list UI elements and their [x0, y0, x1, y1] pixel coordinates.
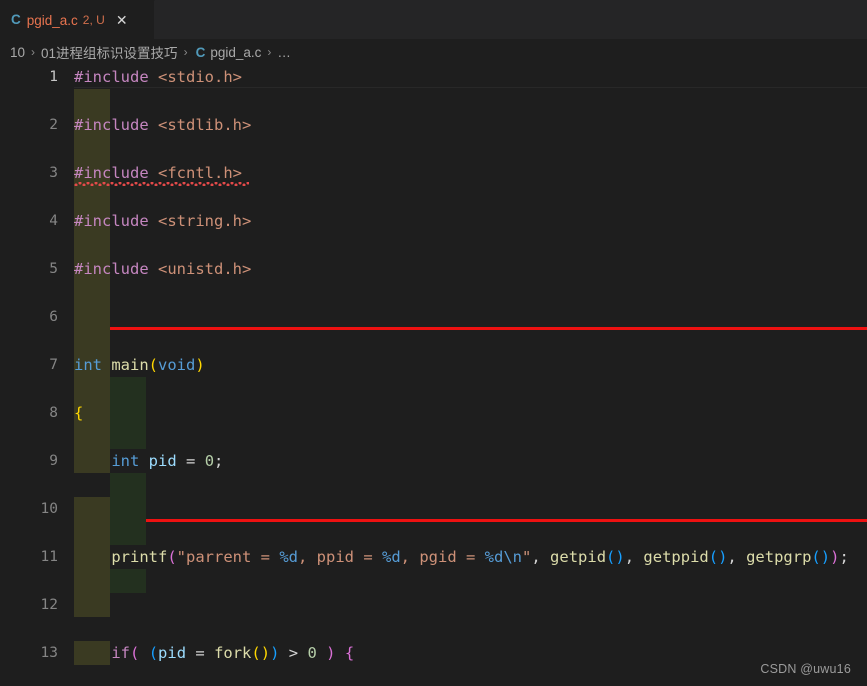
code-line[interactable]: 6 [0, 305, 867, 329]
code-line[interactable]: 9 int pid = 0; [0, 449, 867, 473]
line-content: #include <stdio.h> [74, 68, 242, 86]
code-line[interactable]: 3 #include <fcntl.h> [0, 161, 867, 185]
line-content: #include <string.h> [74, 212, 252, 230]
tab-status-badge: 2, U [82, 13, 105, 27]
line-content: int main(void) [74, 356, 205, 374]
line-number: 1 [49, 69, 58, 85]
code-line[interactable]: 7 int main(void) [0, 353, 867, 377]
line-content: #include <fcntl.h> [74, 164, 242, 182]
line-number: 13 [40, 645, 58, 661]
code-line[interactable]: 2 #include <stdlib.h> [0, 113, 867, 137]
code-line[interactable]: 10 [0, 497, 867, 521]
line-number: 5 [49, 261, 58, 277]
line-number: 10 [40, 501, 58, 517]
code-line[interactable]: 13 if( (pid = fork()) > 0 ) { [0, 641, 867, 665]
tab-pgid_a-c[interactable]: C pgid_a.c 2, U ✕ [0, 0, 155, 39]
line-number: 9 [49, 453, 58, 469]
breadcrumb: 10 › 01进程组标识设置技巧 › C pgid_a.c › … [0, 39, 867, 65]
code-line[interactable]: 5 #include <unistd.h> [0, 257, 867, 281]
c-file-icon: C [195, 44, 206, 60]
code-line[interactable]: 1 #include <stdio.h> [0, 65, 867, 89]
line-number: 7 [49, 357, 58, 373]
line-number: 8 [49, 405, 58, 421]
tab-label: pgid_a.c [26, 12, 78, 28]
line-content: #include <unistd.h> [74, 260, 252, 278]
tab-bar-empty-area [155, 0, 867, 39]
line-number: 6 [49, 309, 58, 325]
line-number: 3 [49, 165, 58, 181]
breadcrumb-item-file[interactable]: pgid_a.c [210, 45, 261, 60]
line-content: printf("parrent = %d, ppid = %d, pgid = … [111, 548, 849, 566]
code-line[interactable]: 4 #include <string.h> [0, 209, 867, 233]
code-editor[interactable]: 1 #include <stdio.h> 2 #include <stdlib.… [0, 65, 867, 686]
code-line[interactable]: 8 { [0, 401, 867, 425]
code-line[interactable]: 12 [0, 593, 867, 617]
c-file-icon: C [11, 12, 21, 28]
breadcrumb-item-folder[interactable]: 01进程组标识设置技巧 [41, 42, 178, 62]
watermark: CSDN @uwu16 [760, 662, 851, 676]
line-content: #include <stdlib.h> [74, 116, 252, 134]
chevron-right-icon: › [183, 45, 188, 59]
chevron-right-icon: › [267, 45, 272, 59]
editor-tab-bar: C pgid_a.c 2, U ✕ [0, 0, 867, 39]
breadcrumb-item-10[interactable]: 10 [10, 45, 25, 60]
line-number: 4 [49, 213, 58, 229]
line-content: { [74, 404, 84, 422]
line-number: 11 [40, 549, 58, 565]
chevron-right-icon: › [31, 45, 36, 59]
line-content: int pid = 0; [111, 452, 224, 470]
code-line[interactable]: 11 printf("parrent = %d, ppid = %d, pgid… [0, 545, 867, 569]
breadcrumb-item-symbols[interactable]: … [277, 45, 291, 60]
line-number: 12 [40, 597, 58, 613]
line-content: if( (pid = fork()) > 0 ) { [111, 644, 355, 662]
close-icon[interactable]: ✕ [116, 13, 128, 27]
line-number: 2 [49, 117, 58, 133]
indent-guide-level-2 [110, 569, 146, 593]
